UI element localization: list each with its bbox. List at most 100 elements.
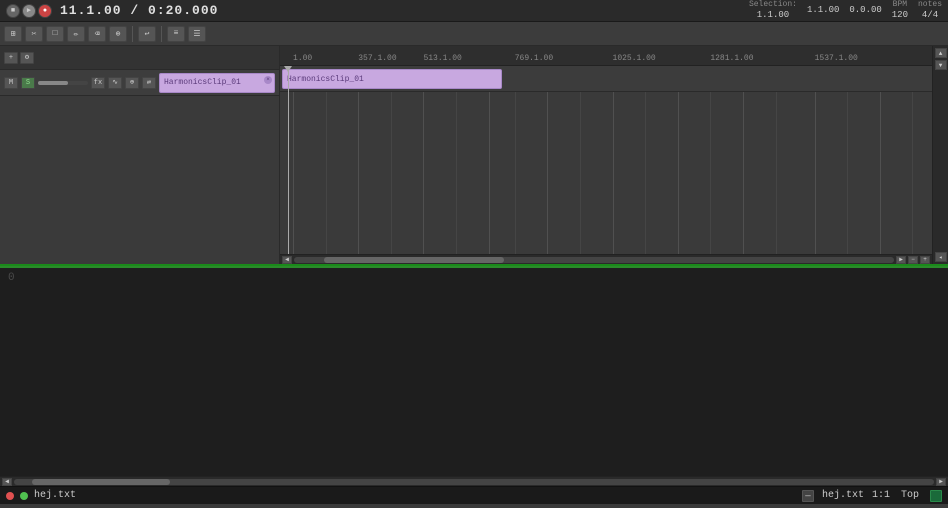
ruler-mark-2: 513.1.00 bbox=[423, 54, 461, 63]
track-volume-slider[interactable] bbox=[38, 81, 88, 85]
toolbar-list-btn[interactable]: ☰ bbox=[188, 26, 206, 42]
selection-end-group: 1.1.00 bbox=[807, 5, 839, 16]
transport-stop-btn[interactable]: ■ bbox=[6, 4, 20, 18]
grid-line-3 bbox=[515, 66, 516, 254]
toolbar-cut-btn[interactable]: ✂ bbox=[25, 26, 43, 42]
status-square-btn[interactable] bbox=[930, 490, 942, 502]
status-position: 1:1 bbox=[872, 490, 890, 501]
status-top-btn[interactable]: Top bbox=[898, 489, 922, 502]
grid-line-8 bbox=[847, 66, 848, 254]
status-right-filename: hej.txt bbox=[822, 490, 864, 501]
grid-line-major-7 bbox=[743, 66, 744, 254]
transport-record-btn[interactable]: ● bbox=[38, 4, 52, 18]
top-bar: ■ ▶ ● 11.1.00 / 0:20.000 Selection: 1.1.… bbox=[0, 0, 948, 22]
lower-scroll-thumb bbox=[32, 479, 170, 485]
timeline-right-collapse-btn[interactable]: ◂ bbox=[935, 252, 947, 262]
scroll-thumb bbox=[324, 257, 504, 263]
notes-group: notes 4/4 bbox=[918, 0, 942, 20]
grid-line-major-4 bbox=[547, 66, 548, 254]
scroll-right-btn[interactable]: ▶ bbox=[896, 256, 906, 264]
status-bar: hej.txt — hej.txt 1:1 Top bbox=[0, 486, 948, 504]
timeline-clip-label: HarmonicsClip_01 bbox=[287, 75, 364, 84]
selection-label: Selection: bbox=[749, 0, 797, 10]
timeline-scroll-bar: ◀ ▶ − + bbox=[280, 254, 932, 264]
track-mute-btn[interactable]: M bbox=[4, 77, 18, 89]
toolbar-zoom-btn[interactable]: ⊕ bbox=[109, 26, 127, 42]
playhead-arrow bbox=[284, 66, 292, 72]
selection-end: 1.1.00 bbox=[807, 5, 839, 16]
toolbar-menu-btn[interactable]: ≡ bbox=[167, 26, 185, 42]
ruler-mark-4: 1025.1.00 bbox=[613, 54, 656, 63]
track-add-btn[interactable]: + bbox=[4, 52, 18, 64]
grid-line-6 bbox=[710, 66, 711, 254]
toolbar-undo-btn[interactable]: ↩ bbox=[138, 26, 156, 42]
track-env-btn[interactable]: ∿ bbox=[108, 77, 122, 89]
track-pan-btn[interactable]: ⊕ bbox=[125, 77, 139, 89]
scroll-left-btn[interactable]: ◀ bbox=[282, 256, 292, 264]
scroll-zoom-out-btn[interactable]: − bbox=[908, 256, 918, 264]
lower-scroll-bar: ◀ ▶ bbox=[0, 476, 948, 486]
track-row: M S fx ∿ ⊕ ⇄ HarmonicsClip_01 × bbox=[0, 70, 279, 96]
transport-controls: ■ ▶ ● bbox=[6, 4, 52, 18]
track-clip-close-btn[interactable]: × bbox=[264, 76, 272, 84]
time-position: 11.1.00 bbox=[60, 3, 122, 18]
track-settings-btn[interactable]: ⚙ bbox=[20, 52, 34, 64]
time-display: 11.1.00 / 0:20.000 bbox=[60, 3, 218, 18]
notes-label: notes bbox=[918, 0, 942, 10]
ruler-mark-1: 357.1.00 bbox=[358, 54, 396, 63]
grid-line-9 bbox=[912, 66, 913, 254]
grid-line-5 bbox=[645, 66, 646, 254]
status-dash-btn[interactable]: — bbox=[802, 490, 814, 502]
status-right: — hej.txt 1:1 Top bbox=[802, 489, 942, 502]
grid-line-major-1 bbox=[358, 66, 359, 254]
selection-start: 1.1.00 bbox=[757, 10, 789, 21]
toolbar-separator-2 bbox=[161, 26, 162, 42]
grid-line-major-9 bbox=[880, 66, 881, 254]
track-clip-name: HarmonicsClip_01 bbox=[164, 78, 241, 87]
toolbar-draw-btn[interactable]: ✏ bbox=[67, 26, 85, 42]
timeline-right-bar: ▲ ▼ ◂ bbox=[932, 46, 948, 264]
timeline-right-down-btn[interactable]: ▼ bbox=[935, 60, 947, 70]
notes-value: 4/4 bbox=[922, 10, 938, 21]
grid-line-major-2 bbox=[423, 66, 424, 254]
track-list: + ⚙ M S fx ∿ ⊕ ⇄ HarmonicsClip_01 × bbox=[0, 46, 280, 264]
toolbar-select-btn[interactable]: □ bbox=[46, 26, 64, 42]
timeline-right-up-btn[interactable]: ▲ bbox=[935, 48, 947, 58]
track-header: + ⚙ bbox=[0, 46, 279, 70]
bpm-label: BPM bbox=[893, 0, 907, 10]
lower-panel-line-number: 0 bbox=[8, 272, 15, 284]
status-dot-red bbox=[6, 492, 14, 500]
scroll-zoom-in-btn[interactable]: + bbox=[920, 256, 930, 264]
timeline-clip-block[interactable]: HarmonicsClip_01 bbox=[282, 69, 502, 89]
status-filename: hej.txt bbox=[34, 490, 76, 501]
track-clip[interactable]: HarmonicsClip_01 × bbox=[159, 73, 275, 93]
transport-play-btn[interactable]: ▶ bbox=[22, 4, 36, 18]
grid-line-major-6 bbox=[678, 66, 679, 254]
grid-line-major-8 bbox=[815, 66, 816, 254]
track-fx-btn[interactable]: fx bbox=[91, 77, 105, 89]
playhead[interactable] bbox=[288, 66, 289, 254]
grid-line-major-0 bbox=[293, 66, 294, 254]
grid-line-1 bbox=[391, 66, 392, 254]
track-io-btn[interactable]: ⇄ bbox=[142, 77, 156, 89]
toolbar-grid-btn[interactable]: ⊞ bbox=[4, 26, 22, 42]
status-dot-green bbox=[20, 492, 28, 500]
grid-line-major-5 bbox=[613, 66, 614, 254]
lower-scroll-track[interactable] bbox=[14, 479, 934, 485]
track-volume-fill bbox=[38, 81, 68, 85]
grid-line-major-3 bbox=[489, 66, 490, 254]
scroll-track[interactable] bbox=[294, 257, 894, 263]
bpm-value: 120 bbox=[892, 10, 908, 21]
ruler-mark-5: 1281.1.00 bbox=[710, 54, 753, 63]
toolbar-eraser-btn[interactable]: ⌫ bbox=[88, 26, 106, 42]
timeline-track-row: HarmonicsClip_01 bbox=[280, 66, 932, 92]
lower-scroll-right-btn[interactable]: ▶ bbox=[936, 478, 946, 486]
ruler-mark-0: 1.00 bbox=[293, 54, 312, 63]
grid-line-0 bbox=[326, 66, 327, 254]
track-solo-btn[interactable]: S bbox=[21, 77, 35, 89]
track-area: + ⚙ M S fx ∿ ⊕ ⇄ HarmonicsClip_01 × bbox=[0, 46, 948, 266]
ruler-mark-3: 769.1.00 bbox=[515, 54, 553, 63]
selection-length-group: 0.0.00 bbox=[849, 5, 881, 16]
lower-scroll-left-btn[interactable]: ◀ bbox=[2, 478, 12, 486]
top-right: Selection: 1.1.00 1.1.00 0.0.00 BPM 120 … bbox=[749, 0, 942, 20]
